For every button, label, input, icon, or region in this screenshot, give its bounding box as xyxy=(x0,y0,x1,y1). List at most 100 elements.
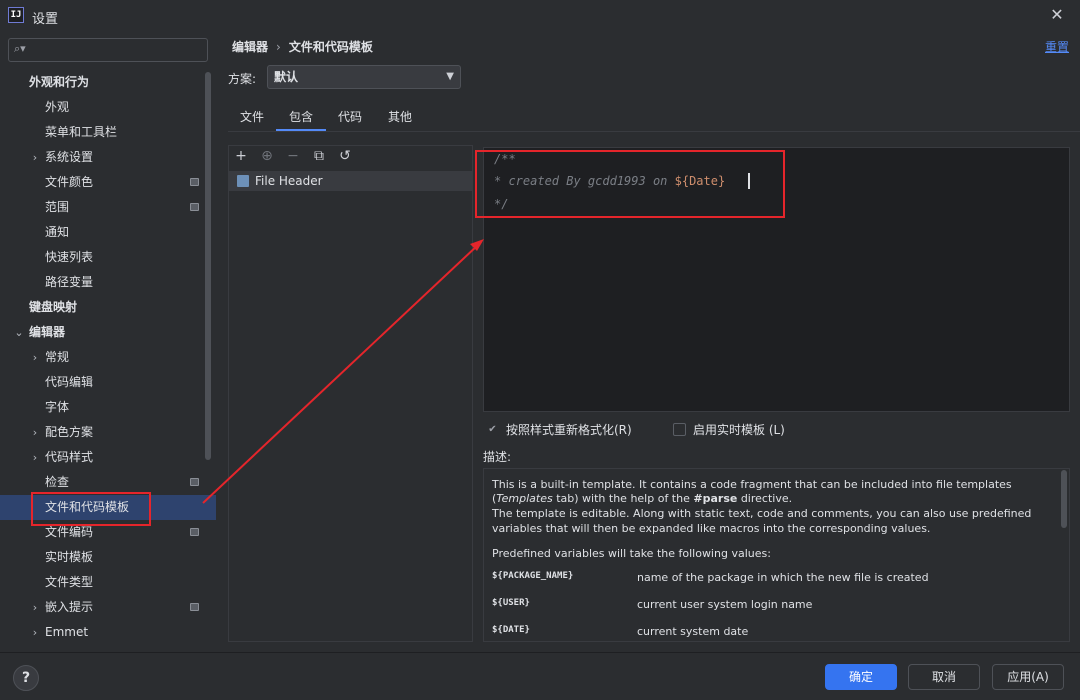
sidebar-item[interactable]: 外观 xyxy=(0,95,216,120)
scheme-value: 默认 xyxy=(274,70,299,84)
chevron-right-icon[interactable]: › xyxy=(29,145,41,170)
app-icon: IJ xyxy=(8,7,24,23)
close-icon[interactable]: ✕ xyxy=(1046,4,1068,26)
add-icon[interactable]: + xyxy=(232,146,250,166)
sidebar-item[interactable]: 字体 xyxy=(0,395,216,420)
list-item[interactable]: File Header xyxy=(229,171,472,191)
variable-description: name of the package in which the new fil… xyxy=(637,571,929,584)
footer-divider xyxy=(0,652,1080,653)
description-text: Predefined variables will take the follo… xyxy=(492,547,771,560)
breadcrumb-current: 文件和代码模板 xyxy=(288,40,373,54)
breadcrumb-parent[interactable]: 编辑器 xyxy=(232,40,268,54)
sidebar-item-label: 文件颜色 xyxy=(45,175,94,189)
sidebar-item[interactable]: 通知 xyxy=(0,220,216,245)
checkmark-icon: ✔ xyxy=(486,423,499,436)
chevron-right-icon[interactable]: › xyxy=(29,420,41,445)
annotation-box-editor xyxy=(475,150,785,218)
sidebar-item[interactable]: 外观和行为 xyxy=(0,70,216,95)
project-scope-icon xyxy=(190,603,199,611)
annotation-box-sidebar xyxy=(31,492,151,526)
chevron-right-icon[interactable]: › xyxy=(29,445,41,470)
project-scope-icon xyxy=(190,478,199,486)
search-input[interactable]: ⌕▾ xyxy=(8,38,208,62)
project-scope-icon xyxy=(190,528,199,536)
description-scrollbar[interactable] xyxy=(1061,470,1067,528)
variable-description: current user system login name xyxy=(637,598,813,611)
sidebar-item-label: 文件类型 xyxy=(45,575,94,589)
reset-link[interactable]: 重置 xyxy=(1045,38,1069,55)
sidebar-item[interactable]: › 系统设置 xyxy=(0,145,216,170)
sidebar-item[interactable]: 范围 xyxy=(0,195,216,220)
apply-button[interactable]: 应用(A) xyxy=(992,664,1064,690)
sidebar-item-label: 通知 xyxy=(45,225,70,239)
variable-name: ${PACKAGE_NAME} xyxy=(492,571,574,581)
list-item-label: File Header xyxy=(255,174,323,188)
sidebar-item[interactable]: 快速列表 xyxy=(0,245,216,270)
help-button[interactable]: ? xyxy=(13,665,39,691)
scheme-select[interactable]: 默认 ▼ xyxy=(267,65,461,89)
sidebar-item[interactable]: 菜单和工具栏 xyxy=(0,120,216,145)
sidebar-item[interactable]: 文件颜色 xyxy=(0,170,216,195)
file-template-icon xyxy=(237,175,249,187)
sidebar-item-label: 字体 xyxy=(45,400,70,414)
sidebar-item[interactable]: 路径变量 xyxy=(0,270,216,295)
sidebar-item[interactable]: 键盘映射 xyxy=(0,295,216,320)
tab-includes[interactable]: 包含 xyxy=(276,104,326,132)
description-text: This is a built-in template. It contains… xyxy=(492,478,1012,491)
reformat-label: 按照样式重新格式化(R) xyxy=(506,423,632,437)
description-panel: This is a built-in template. It contains… xyxy=(483,468,1070,642)
duplicate-icon[interactable]: ⧉ xyxy=(310,146,328,166)
tab-bar: 文件 包含 代码 其他 xyxy=(228,104,1080,132)
chevron-down-icon[interactable]: ⌄ xyxy=(13,320,25,345)
description-text: The template is editable. Along with sta… xyxy=(492,507,1032,520)
chevron-right-icon[interactable]: › xyxy=(29,595,41,620)
sidebar-item[interactable]: 文件类型 xyxy=(0,570,216,595)
settings-tree: 外观和行为外观菜单和工具栏 › 系统设置文件颜色范围通知快速列表路径变量键盘映射 ⌄ 编… xyxy=(0,70,216,652)
variable-description: current system date xyxy=(637,625,749,638)
sidebar-item[interactable]: › 常规 xyxy=(0,345,216,370)
window-title: 设置 xyxy=(32,12,59,27)
sidebar-item-label: Emmet xyxy=(45,625,89,639)
breadcrumb-separator: › xyxy=(276,40,281,54)
description-text: (Templates tab) with the help of the #pa… xyxy=(492,492,793,505)
title-bar xyxy=(0,0,1080,32)
sidebar-item-label: 代码样式 xyxy=(45,450,94,464)
sidebar-item-label: 嵌入提示 xyxy=(45,600,94,614)
remove-icon[interactable]: − xyxy=(284,146,302,166)
sidebar-item-label: 系统设置 xyxy=(45,150,94,164)
sidebar-item-label: 配色方案 xyxy=(45,425,94,439)
cancel-button[interactable]: 取消 xyxy=(908,664,980,690)
chevron-right-icon[interactable]: › xyxy=(29,345,41,370)
sidebar-item[interactable]: › Emmet xyxy=(0,620,216,645)
variable-name: ${USER} xyxy=(492,598,530,608)
chevron-right-icon[interactable]: › xyxy=(29,620,41,645)
ok-button[interactable]: 确定 xyxy=(825,664,897,690)
sidebar-item[interactable]: ⌄ 编辑器 xyxy=(0,320,216,345)
sidebar-item-label: 键盘映射 xyxy=(29,300,78,314)
sidebar-item-label: 快速列表 xyxy=(45,250,94,264)
template-list-panel xyxy=(228,145,473,642)
checkbox-box xyxy=(673,423,686,436)
project-scope-icon xyxy=(190,203,199,211)
description-text: variables that will then be expanded lik… xyxy=(492,522,931,535)
sidebar-item[interactable]: › 嵌入提示 xyxy=(0,595,216,620)
sidebar-item[interactable]: 实时模板 xyxy=(0,545,216,570)
project-scope-icon xyxy=(190,178,199,186)
sidebar-item[interactable]: › 代码样式 xyxy=(0,445,216,470)
scheme-label: 方案: xyxy=(228,72,257,86)
sidebar-item-label: 外观和行为 xyxy=(29,75,90,89)
reset-icon[interactable]: ↺ xyxy=(336,146,354,166)
tab-files[interactable]: 文件 xyxy=(232,104,272,132)
live-templates-label: 启用实时模板 (L) xyxy=(693,423,785,437)
copy-add-icon[interactable]: ⊕ xyxy=(258,146,276,166)
sidebar-item[interactable]: 代码编辑 xyxy=(0,370,216,395)
sidebar-item-label: 编辑器 xyxy=(29,325,66,339)
sidebar-scrollbar[interactable] xyxy=(205,72,211,460)
tab-other[interactable]: 其他 xyxy=(380,104,420,132)
sidebar-item-label: 范围 xyxy=(45,200,70,214)
sidebar-item-label: 菜单和工具栏 xyxy=(45,125,118,139)
sidebar-item-label: 常规 xyxy=(45,350,70,364)
tab-code[interactable]: 代码 xyxy=(330,104,370,132)
chevron-down-icon: ▼ xyxy=(446,71,454,82)
sidebar-item[interactable]: › 配色方案 xyxy=(0,420,216,445)
